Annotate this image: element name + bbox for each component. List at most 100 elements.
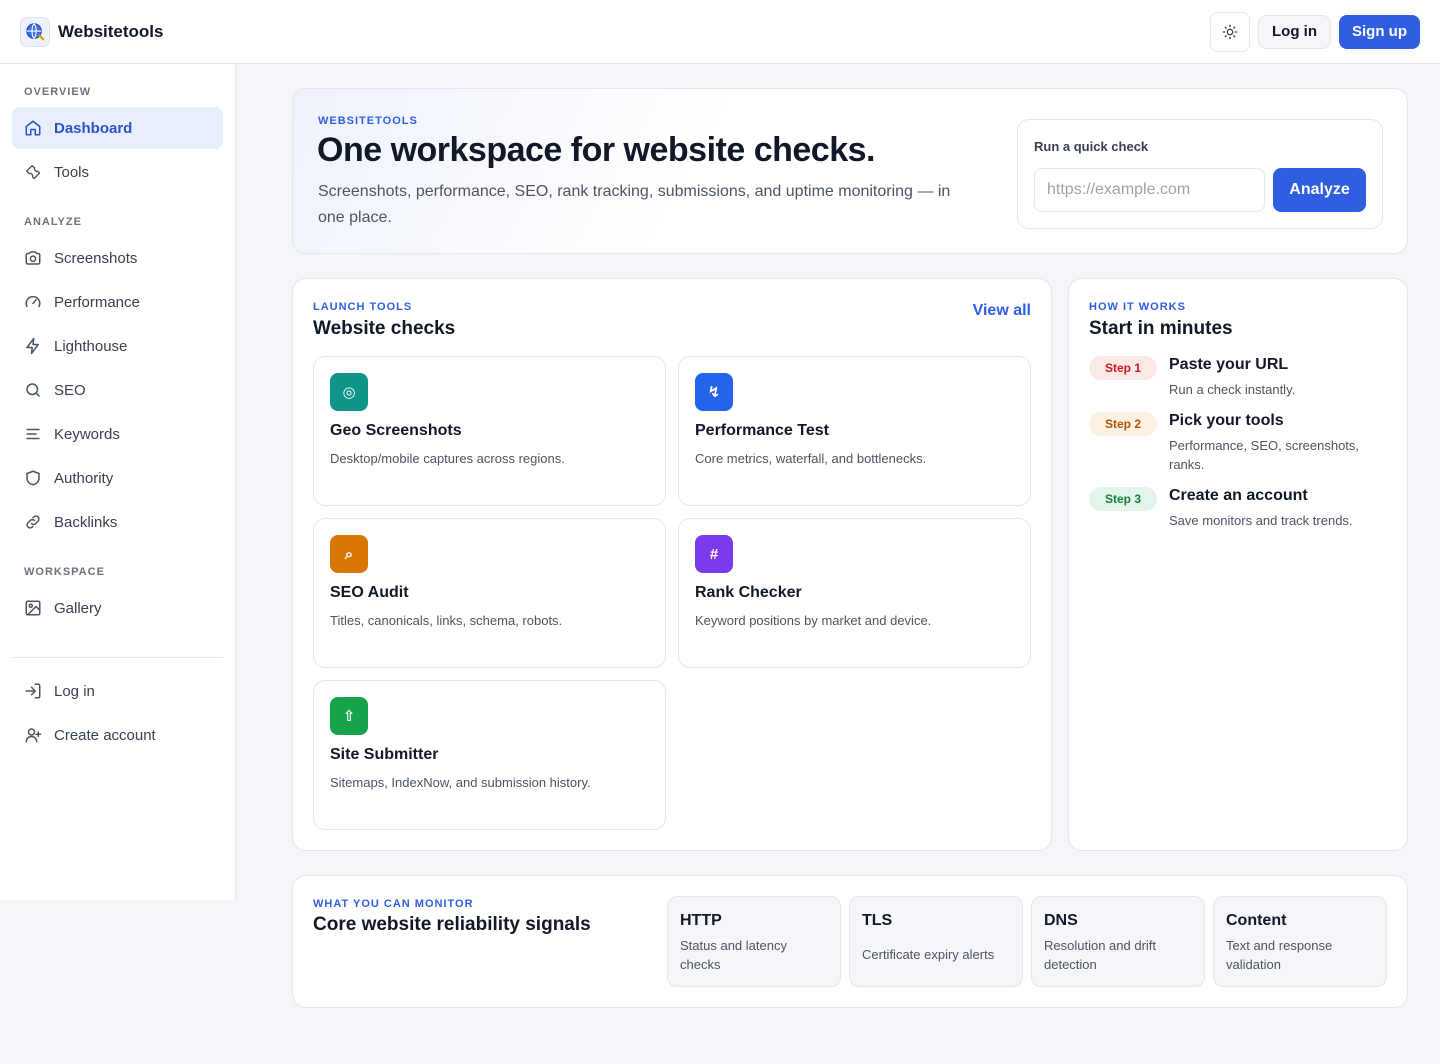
hero-eyebrow: WEBSITETOOLS <box>318 115 418 127</box>
hero-description: Screenshots, performance, SEO, rank trac… <box>318 183 951 226</box>
sidebar-item-label: Lighthouse <box>54 337 128 355</box>
tool-name: Geo Screenshots <box>330 422 462 439</box>
signal-card-tls: TLS Certificate expiry alerts <box>849 896 1023 987</box>
sidebar-item-label: Log in <box>54 682 95 700</box>
analyze-button[interactable]: Analyze <box>1273 168 1366 212</box>
tool-description: Titles, canonicals, links, schema, robot… <box>330 613 563 628</box>
user-plus-icon <box>25 728 42 743</box>
tool-description: Desktop/mobile captures across regions. <box>330 451 565 466</box>
sidebar-item-lighthouse[interactable]: Lighthouse <box>12 325 223 367</box>
tool-card-rank-checker[interactable]: # Rank Checker Keyword positions by mark… <box>678 518 1031 668</box>
sidebar-item-label: Dashboard <box>54 119 133 137</box>
sidebar-item-login[interactable]: Log in <box>12 670 223 712</box>
how-eyebrow: HOW IT WORKS <box>1089 301 1186 313</box>
sidebar-item-label: Tools <box>54 163 90 181</box>
target-icon: ◎ <box>330 373 368 411</box>
step-badge: Step 2 <box>1089 412 1158 436</box>
tools-title: Website checks <box>313 318 456 339</box>
sidebar-item-authority[interactable]: Authority <box>12 457 223 499</box>
sidebar-item-keywords[interactable]: Keywords <box>12 413 223 455</box>
step-description: Performance, SEO, screenshots, ranks. <box>1169 438 1360 472</box>
monitor-card: WHAT YOU CAN MONITOR Core website reliab… <box>292 875 1408 1008</box>
sidebar-item-label: Screenshots <box>54 249 138 267</box>
sidebar-item-label: Authority <box>54 469 114 487</box>
url-input[interactable] <box>1034 168 1265 212</box>
theme-toggle-button[interactable] <box>1210 11 1250 52</box>
sidebar-item-label: Performance <box>54 293 140 311</box>
tool-card-performance-test[interactable]: ↯ Performance Test Core metrics, waterfa… <box>678 356 1031 506</box>
monitor-eyebrow: WHAT YOU CAN MONITOR <box>313 898 474 910</box>
lightning-icon <box>26 337 39 355</box>
sidebar-section-analyze: ANALYZE <box>24 216 82 228</box>
wrench-icon <box>26 165 41 180</box>
signup-button[interactable]: Sign up <box>1339 14 1420 49</box>
step-item: Step 2 Pick your tools Performance, SEO,… <box>1089 412 1389 482</box>
image-icon <box>25 600 41 616</box>
signal-card-http: HTTP Status and latency checks <box>667 896 841 987</box>
sidebar-item-gallery[interactable]: Gallery <box>12 587 223 629</box>
tool-name: Rank Checker <box>695 584 802 601</box>
tool-name: SEO Audit <box>330 584 409 601</box>
sun-icon <box>1222 24 1238 39</box>
page-title: One workspace for website checks. <box>317 131 875 169</box>
step-description: Run a check instantly. <box>1169 382 1296 397</box>
tool-description: Keyword positions by market and device. <box>695 613 932 628</box>
shield-icon <box>26 470 40 486</box>
step-title: Pick your tools <box>1169 412 1284 429</box>
tools-eyebrow: LAUNCH TOOLS <box>313 301 413 313</box>
home-icon <box>25 120 41 136</box>
globe-logo-icon <box>20 16 50 47</box>
signal-name: TLS <box>862 912 893 929</box>
tool-name: Performance Test <box>695 422 829 439</box>
sidebar-item-backlinks[interactable]: Backlinks <box>12 501 223 543</box>
lines-icon <box>26 428 40 440</box>
tool-card-geo-screenshots[interactable]: ◎ Geo Screenshots Desktop/mobile capture… <box>313 356 666 506</box>
quick-check-label: Run a quick check <box>1034 139 1149 154</box>
how-it-works-card: HOW IT WORKS Start in minutes Step 1 Pas… <box>1068 278 1408 851</box>
step-title: Paste your URL <box>1169 356 1289 373</box>
upload-icon: ⇧ <box>330 697 368 735</box>
gauge-icon <box>25 295 41 308</box>
sidebar-item-screenshots[interactable]: Screenshots <box>12 237 223 279</box>
signal-description: Resolution and drift detection <box>1044 938 1157 972</box>
brand[interactable]: Websitetools <box>20 16 164 47</box>
step-badge: Step 1 <box>1089 356 1158 380</box>
sidebar-item-label: Keywords <box>54 425 120 443</box>
signal-name: Content <box>1226 912 1287 929</box>
sidebar-item-seo[interactable]: SEO <box>12 369 223 411</box>
login-icon <box>25 683 41 699</box>
sidebar-item-performance[interactable]: Performance <box>12 281 223 323</box>
sidebar-item-tools[interactable]: Tools <box>12 151 223 193</box>
login-button[interactable]: Log in <box>1258 14 1331 49</box>
link-icon <box>26 515 40 529</box>
search-icon <box>26 383 40 397</box>
top-actions: Log in Sign up <box>1210 11 1420 52</box>
step-description: Save monitors and track trends. <box>1169 513 1353 528</box>
brand-name: Websitetools <box>58 21 164 41</box>
top-bar: Websitetools Log in Sign up <box>0 0 1440 64</box>
tools-card: LAUNCH TOOLS Website checks View all ◎ G… <box>292 278 1052 851</box>
signal-description: Text and response validation <box>1226 938 1333 972</box>
monitor-title: Core website reliability signals <box>313 914 591 935</box>
signal-card-content: Content Text and response validation <box>1213 896 1387 987</box>
signal-description: Certificate expiry alerts <box>862 947 995 962</box>
view-all-link[interactable]: View all <box>973 302 1031 320</box>
tool-card-site-submitter[interactable]: ⇧ Site Submitter Sitemaps, IndexNow, and… <box>313 680 666 830</box>
tool-card-seo-audit[interactable]: ⌕ SEO Audit Titles, canonicals, links, s… <box>313 518 666 668</box>
tool-name: Site Submitter <box>330 746 439 763</box>
quick-check-panel: Run a quick check Analyze <box>1017 119 1383 229</box>
sidebar-item-create-account[interactable]: Create account <box>12 714 223 756</box>
step-item: Step 1 Paste your URL Run a check instan… <box>1089 356 1389 406</box>
signal-card-dns: DNS Resolution and drift detection <box>1031 896 1205 987</box>
step-title: Create an account <box>1169 487 1308 504</box>
sidebar-section-overview: OVERVIEW <box>24 86 92 98</box>
lightning-icon: ↯ <box>695 373 733 411</box>
tool-description: Core metrics, waterfall, and bottlenecks… <box>695 451 927 466</box>
hash-icon: # <box>695 535 733 573</box>
signal-name: HTTP <box>680 912 722 929</box>
search-icon: ⌕ <box>330 535 368 573</box>
sidebar-item-label: Create account <box>54 726 156 744</box>
step-item: Step 3 Create an account Save monitors a… <box>1089 487 1389 537</box>
sidebar-item-label: Backlinks <box>54 513 118 531</box>
sidebar-item-dashboard[interactable]: Dashboard <box>12 107 223 149</box>
